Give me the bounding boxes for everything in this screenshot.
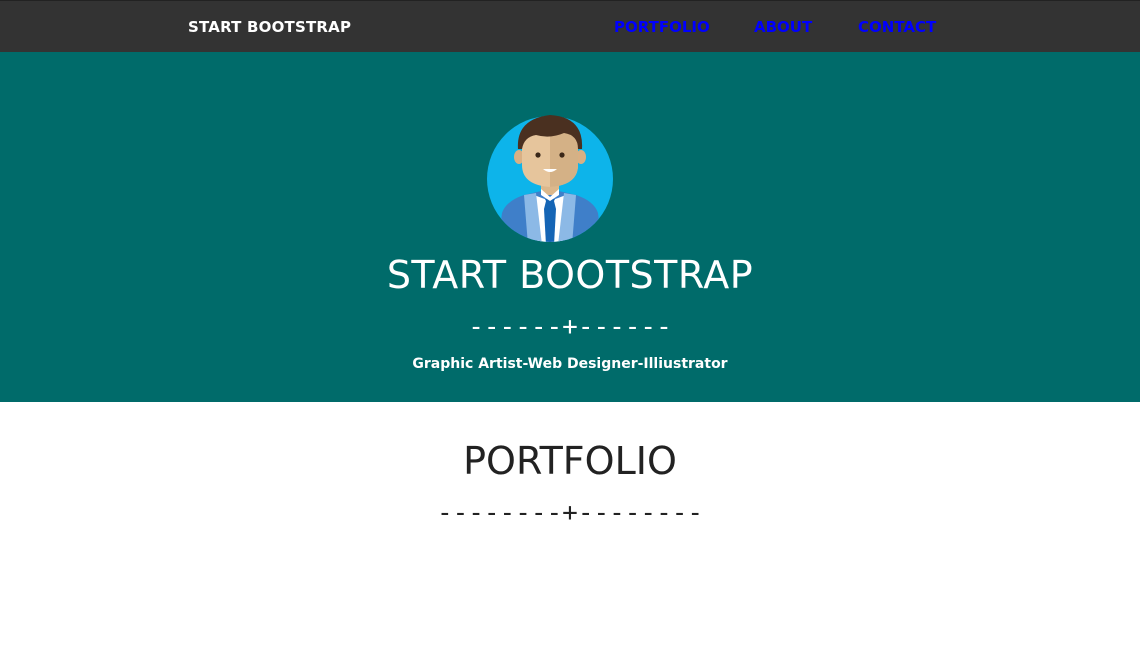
businessman-avatar-icon bbox=[487, 115, 613, 242]
hero-divider: ------+------ bbox=[468, 312, 672, 342]
nav-link-about[interactable]: ABOUT bbox=[754, 18, 812, 36]
hero-section: START BOOTSTRAP ------+------ Graphic Ar… bbox=[0, 52, 1140, 402]
nav-link-contact[interactable]: CONTACT bbox=[858, 18, 936, 36]
hero-subtitle: Graphic Artist-Web Designer-Illiustrator bbox=[412, 356, 728, 372]
portfolio-divider: --------+-------- bbox=[436, 498, 704, 528]
brand-link[interactable]: START BOOTSTRAP bbox=[188, 18, 351, 36]
nav-link-portfolio[interactable]: PORTFOLIO bbox=[614, 18, 710, 36]
portfolio-title: PORTFOLIO bbox=[463, 439, 677, 483]
navbar: START BOOTSTRAP PORTFOLIO ABOUT CONTACT bbox=[0, 0, 1140, 52]
hero-title: START BOOTSTRAP bbox=[386, 253, 754, 297]
